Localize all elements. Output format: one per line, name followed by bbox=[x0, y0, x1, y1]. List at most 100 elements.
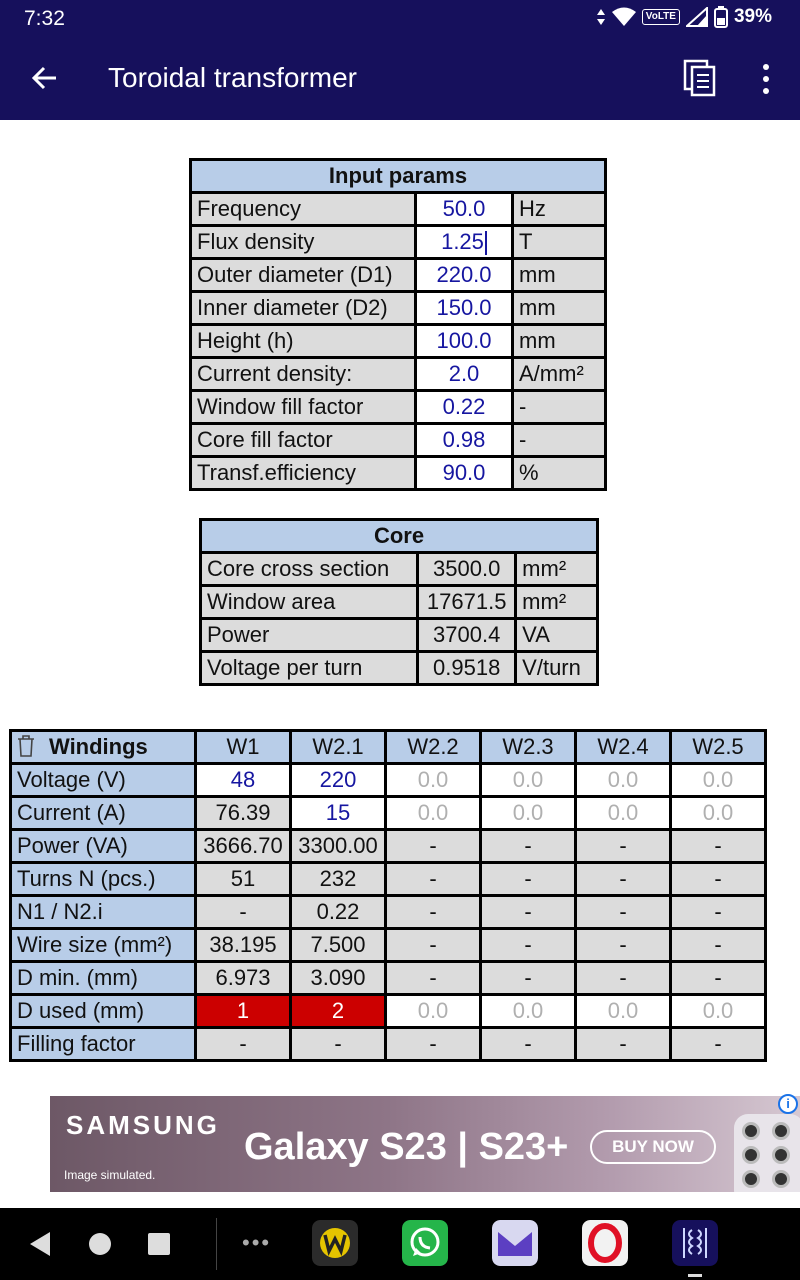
winding-row-label: Turns N (pcs.) bbox=[12, 864, 194, 894]
phone-image bbox=[734, 1114, 800, 1192]
winding-row: D min. (mm) 6.973 3.090- - - - bbox=[12, 963, 764, 993]
param-label: Outer diameter (D1) bbox=[192, 260, 414, 290]
core-label: Window area bbox=[202, 587, 417, 617]
windings-header: Windings bbox=[12, 732, 194, 762]
winding-cell: - bbox=[197, 897, 289, 927]
more-vert-icon[interactable] bbox=[756, 62, 776, 96]
nav-divider bbox=[216, 1218, 217, 1270]
copy-icon[interactable] bbox=[682, 58, 718, 98]
winding-cell: - bbox=[482, 897, 574, 927]
nav-recents-icon[interactable] bbox=[148, 1233, 170, 1255]
winding-cell: - bbox=[672, 897, 764, 927]
core-unit: mm² bbox=[517, 587, 596, 617]
param-value-input[interactable]: 90.0 bbox=[417, 458, 511, 488]
opera-app-icon[interactable] bbox=[582, 1220, 628, 1266]
winding-cell[interactable]: 0.0 bbox=[672, 996, 764, 1026]
param-value-input[interactable]: 100.0 bbox=[417, 326, 511, 356]
nav-back-icon[interactable] bbox=[28, 1231, 52, 1257]
winding-cell: 3.090 bbox=[292, 963, 384, 993]
winding-cell[interactable]: 0.0 bbox=[482, 798, 574, 828]
param-value-input[interactable]: 2.0 bbox=[417, 359, 511, 389]
winding-cell: - bbox=[577, 864, 669, 894]
param-value-input[interactable]: 50.0 bbox=[417, 194, 511, 224]
winding-cell: - bbox=[672, 1029, 764, 1059]
winding-cell: 0.22 bbox=[292, 897, 384, 927]
winding-cell[interactable]: 0.0 bbox=[577, 765, 669, 795]
status-time: 7:32 bbox=[24, 7, 65, 30]
winding-cell[interactable]: 48 bbox=[197, 765, 289, 795]
param-label: Flux density bbox=[192, 227, 414, 257]
camera-lens-icon bbox=[772, 1170, 790, 1188]
winding-cell: - bbox=[577, 831, 669, 861]
winding-cell[interactable]: 0.0 bbox=[387, 996, 479, 1026]
ad-product: Galaxy S23 | S23+ bbox=[244, 1126, 569, 1168]
core-row: Voltage per turn 0.9518 V/turn bbox=[202, 653, 596, 683]
winding-cell[interactable]: 0.0 bbox=[482, 765, 574, 795]
winding-cell[interactable]: 220 bbox=[292, 765, 384, 795]
transformer-app-icon[interactable] bbox=[672, 1220, 718, 1266]
param-value-input[interactable]: 1.25 bbox=[417, 227, 511, 257]
input-row: Core fill factor 0.98- bbox=[192, 425, 604, 455]
more-apps-icon[interactable]: ••• bbox=[242, 1230, 271, 1256]
core-label: Power bbox=[202, 620, 417, 650]
app-bar: Toroidal transformer bbox=[0, 38, 800, 120]
nav-home-icon[interactable] bbox=[88, 1232, 112, 1256]
core-unit: mm² bbox=[517, 554, 596, 584]
winding-column-header: W2.2 bbox=[387, 732, 479, 762]
winding-cell: - bbox=[672, 963, 764, 993]
param-value-input[interactable]: 0.98 bbox=[417, 425, 511, 455]
winding-cell[interactable]: 1 bbox=[197, 996, 289, 1026]
winding-cell: 3300.00 bbox=[292, 831, 384, 861]
winding-cell[interactable]: 0.0 bbox=[387, 765, 479, 795]
ad-info-icon[interactable]: i bbox=[778, 1094, 798, 1114]
winding-cell: 76.39 bbox=[197, 798, 289, 828]
winding-cell: - bbox=[387, 864, 479, 894]
winding-cell[interactable]: 0.0 bbox=[387, 798, 479, 828]
param-value-input[interactable]: 150.0 bbox=[417, 293, 511, 323]
input-row: Transf.efficiency 90.0% bbox=[192, 458, 604, 488]
winding-cell[interactable]: 0.0 bbox=[672, 798, 764, 828]
winding-cell[interactable]: 15 bbox=[292, 798, 384, 828]
param-unit: - bbox=[514, 425, 604, 455]
ad-buy-button[interactable]: BUY NOW bbox=[590, 1130, 716, 1164]
whatsapp-app-icon[interactable] bbox=[402, 1220, 448, 1266]
winding-cell: - bbox=[577, 930, 669, 960]
mail-app-icon[interactable] bbox=[492, 1220, 538, 1266]
winding-row-label: Filling factor bbox=[12, 1029, 194, 1059]
text-cursor bbox=[484, 231, 487, 256]
ad-banner[interactable]: SAMSUNG Image simulated. Galaxy S23 | S2… bbox=[50, 1096, 800, 1192]
param-unit: mm bbox=[514, 293, 604, 323]
param-unit: - bbox=[514, 392, 604, 422]
winding-row: D used (mm) 1 2 0.0 0.0 0.0 0.0 bbox=[12, 996, 764, 1026]
back-arrow-icon[interactable] bbox=[28, 60, 60, 96]
core-label: Voltage per turn bbox=[202, 653, 417, 683]
input-row: Outer diameter (D1) 220.0 mm bbox=[192, 260, 604, 290]
param-label: Current density: bbox=[192, 359, 414, 389]
param-label: Window fill factor bbox=[192, 392, 414, 422]
param-value-input[interactable]: 0.22 bbox=[417, 392, 511, 422]
winding-cell: - bbox=[292, 1029, 384, 1059]
winding-row: Filling factor - - - - - - bbox=[12, 1029, 764, 1059]
winding-cell[interactable]: 0.0 bbox=[577, 996, 669, 1026]
winding-row: N1 / N2.i -0.22- - - - bbox=[12, 897, 764, 927]
winding-cell: - bbox=[482, 930, 574, 960]
trash-icon[interactable] bbox=[17, 735, 35, 757]
winding-cell[interactable]: 0.0 bbox=[577, 798, 669, 828]
word-app-icon[interactable] bbox=[312, 1220, 358, 1266]
winding-row: Voltage (V) 48 220 0.0 0.0 0.0 0.0 bbox=[12, 765, 764, 795]
winding-cell: - bbox=[482, 963, 574, 993]
camera-lens-icon bbox=[772, 1122, 790, 1140]
param-label: Core fill factor bbox=[192, 425, 414, 455]
winding-cell[interactable]: 0.0 bbox=[672, 765, 764, 795]
input-row: Current density: 2.0 A/mm² bbox=[192, 359, 604, 389]
param-value-input[interactable]: 220.0 bbox=[417, 260, 511, 290]
winding-row: Wire size (mm²) 38.195 7.500- - - - bbox=[12, 930, 764, 960]
signal-icon bbox=[685, 7, 708, 27]
winding-cell[interactable]: 2 bbox=[292, 996, 384, 1026]
core-value: 3700.4 bbox=[419, 620, 515, 650]
winding-cell: 232 bbox=[292, 864, 384, 894]
ad-brand: SAMSUNG bbox=[66, 1110, 220, 1140]
winding-cell[interactable]: 0.0 bbox=[482, 996, 574, 1026]
param-unit: A/mm² bbox=[514, 359, 604, 389]
winding-column-header: W2.3 bbox=[482, 732, 574, 762]
